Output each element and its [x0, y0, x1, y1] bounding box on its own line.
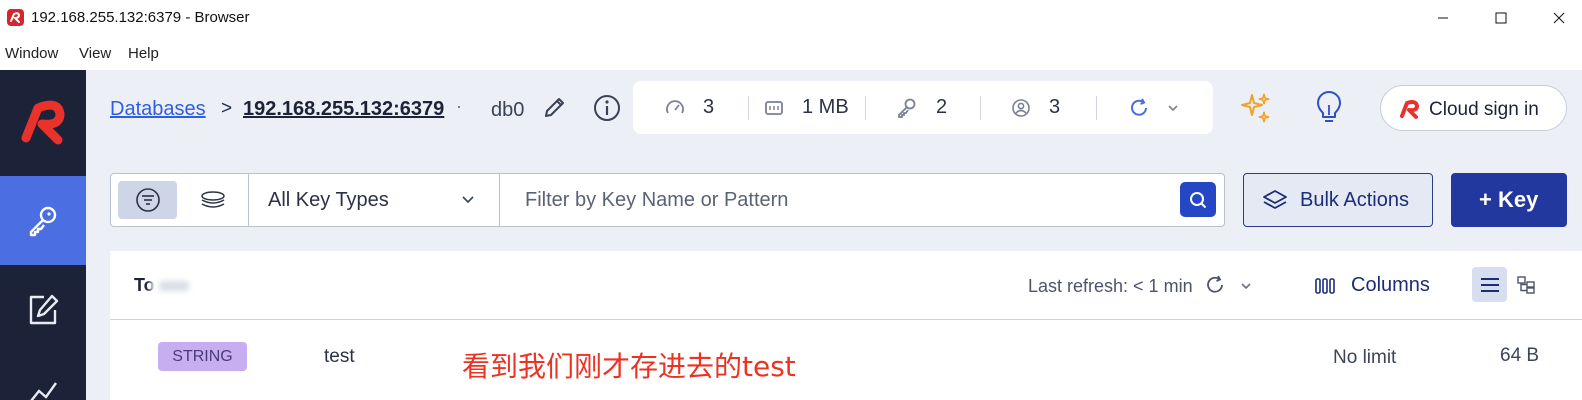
key-type-badge: STRING: [158, 342, 247, 371]
db-info-button[interactable]: [593, 94, 621, 127]
cloud-sign-in-label: Cloud sign in: [1429, 99, 1539, 120]
stat-divider: [865, 96, 866, 120]
tree-icon: [1516, 275, 1535, 294]
stat-divider: [748, 96, 749, 120]
columns-icon: [1315, 278, 1335, 294]
nav-analytics[interactable]: [0, 370, 86, 400]
stat-keys-value: 2: [936, 96, 948, 118]
maximize-button[interactable]: [1478, 4, 1524, 32]
redacted-area: [151, 273, 199, 299]
refresh-icon: [1131, 98, 1147, 116]
key-filter-input[interactable]: [501, 174, 1166, 226]
redis-logo-icon[interactable]: [18, 98, 68, 151]
gauge-icon: [666, 99, 684, 113]
stat-divider: [980, 96, 981, 120]
tree-view-toggle[interactable]: [1508, 267, 1543, 302]
stat-cpu: 3: [665, 81, 714, 134]
key-icon: [29, 206, 57, 236]
key-name: test: [324, 346, 355, 367]
maximize-icon: [1495, 12, 1507, 24]
memory-icon: [765, 100, 783, 115]
menu-window[interactable]: Window: [5, 45, 58, 62]
menu-view[interactable]: View: [79, 45, 111, 62]
add-key-button[interactable]: + Key: [1451, 173, 1567, 227]
menu-bar: Window View Help: [0, 36, 1582, 70]
auto-refresh-control[interactable]: [1128, 81, 1180, 134]
breadcrumb-separator: >: [221, 98, 233, 119]
close-button[interactable]: [1536, 4, 1582, 32]
pencil-icon: [545, 98, 564, 117]
refresh-button[interactable]: [1204, 274, 1226, 301]
redis-logo-icon: [1400, 100, 1419, 119]
breadcrumb-host-link[interactable]: 192.168.255.132:6379: [243, 98, 444, 121]
db-index-label: db0: [491, 99, 525, 121]
edit-db-button[interactable]: [543, 95, 567, 124]
chevron-down-icon: [462, 196, 474, 204]
key-type-select[interactable]: All Key Types: [249, 174, 499, 226]
nav-workbench[interactable]: [0, 270, 86, 350]
stat-clients: 3: [1011, 81, 1060, 134]
list-view-toggle[interactable]: [1472, 267, 1507, 302]
main-content: Databases > 192.168.255.132:6379 · db0 3: [86, 70, 1582, 400]
filter-list-icon: [135, 188, 160, 212]
last-refresh-label: Last refresh: < 1 min: [1028, 276, 1193, 296]
key-ttl: No limit: [1333, 347, 1397, 368]
chevron-down-icon: [1241, 283, 1251, 290]
divider: [499, 174, 500, 226]
key-icon: [898, 98, 916, 118]
user-icon: [1012, 98, 1030, 117]
breadcrumb-tick: ·: [456, 96, 462, 116]
minimize-icon: [1438, 17, 1448, 19]
db-stats-bar: 3 1 MB 2 3: [633, 81, 1213, 134]
layers-icon: [1263, 190, 1287, 209]
search-icon: [1190, 191, 1207, 208]
refresh-icon: [1207, 275, 1223, 293]
add-key-label: + Key: [1479, 187, 1539, 212]
minimize-button[interactable]: [1420, 4, 1466, 32]
keys-list-panel: To Last refresh: < 1 min Columns STRING …: [110, 251, 1582, 400]
stat-memory: 1 MB: [764, 81, 849, 134]
menu-help[interactable]: Help: [128, 45, 159, 62]
bulk-actions-label: Bulk Actions: [1300, 189, 1409, 211]
insights-button[interactable]: [1315, 91, 1343, 130]
sparkle-icon: [1241, 93, 1270, 123]
layers-search-icon: [201, 191, 225, 208]
close-icon: [1553, 12, 1565, 24]
chevron-down-icon: [1168, 104, 1178, 111]
breadcrumb-databases-link[interactable]: Databases: [110, 98, 206, 121]
key-type-selected: All Key Types: [268, 189, 389, 211]
auto-refresh-dropdown[interactable]: [1239, 280, 1253, 298]
key-size: 64 B: [1500, 345, 1540, 366]
annotation-text: 看到我们刚才存进去的test: [462, 350, 796, 383]
bulk-actions-button[interactable]: Bulk Actions: [1243, 173, 1433, 227]
filter-bar: All Key Types: [110, 173, 1225, 227]
edit-note-icon: [29, 294, 59, 325]
stat-keys: 2: [896, 81, 947, 134]
nav-browser-keys[interactable]: [0, 176, 86, 265]
stat-divider: [1096, 96, 1097, 120]
stat-clients-value: 3: [1049, 96, 1061, 118]
search-mode-button[interactable]: [191, 181, 235, 219]
columns-label: Columns: [1351, 274, 1430, 296]
window-titlebar: 192.168.255.132:6379 - Browser: [0, 0, 1582, 36]
side-navigation: [0, 70, 86, 400]
info-icon: [594, 95, 620, 121]
stat-memory-value: 1 MB: [802, 96, 849, 118]
ai-assistant-button[interactable]: [1239, 91, 1273, 130]
app-logo-icon: [7, 9, 24, 26]
analytics-icon: [30, 382, 57, 400]
window-title: 192.168.255.132:6379 - Browser: [31, 9, 250, 26]
stat-cpu-value: 3: [703, 96, 715, 118]
list-view-button[interactable]: [118, 181, 177, 219]
table-row[interactable]: STRING test 看到我们刚才存进去的test No limit 64 B: [110, 320, 1582, 400]
lightbulb-icon: [1317, 91, 1341, 122]
list-icon: [1480, 277, 1499, 292]
search-button[interactable]: [1180, 182, 1216, 217]
cloud-sign-in-button[interactable]: Cloud sign in: [1380, 85, 1567, 131]
